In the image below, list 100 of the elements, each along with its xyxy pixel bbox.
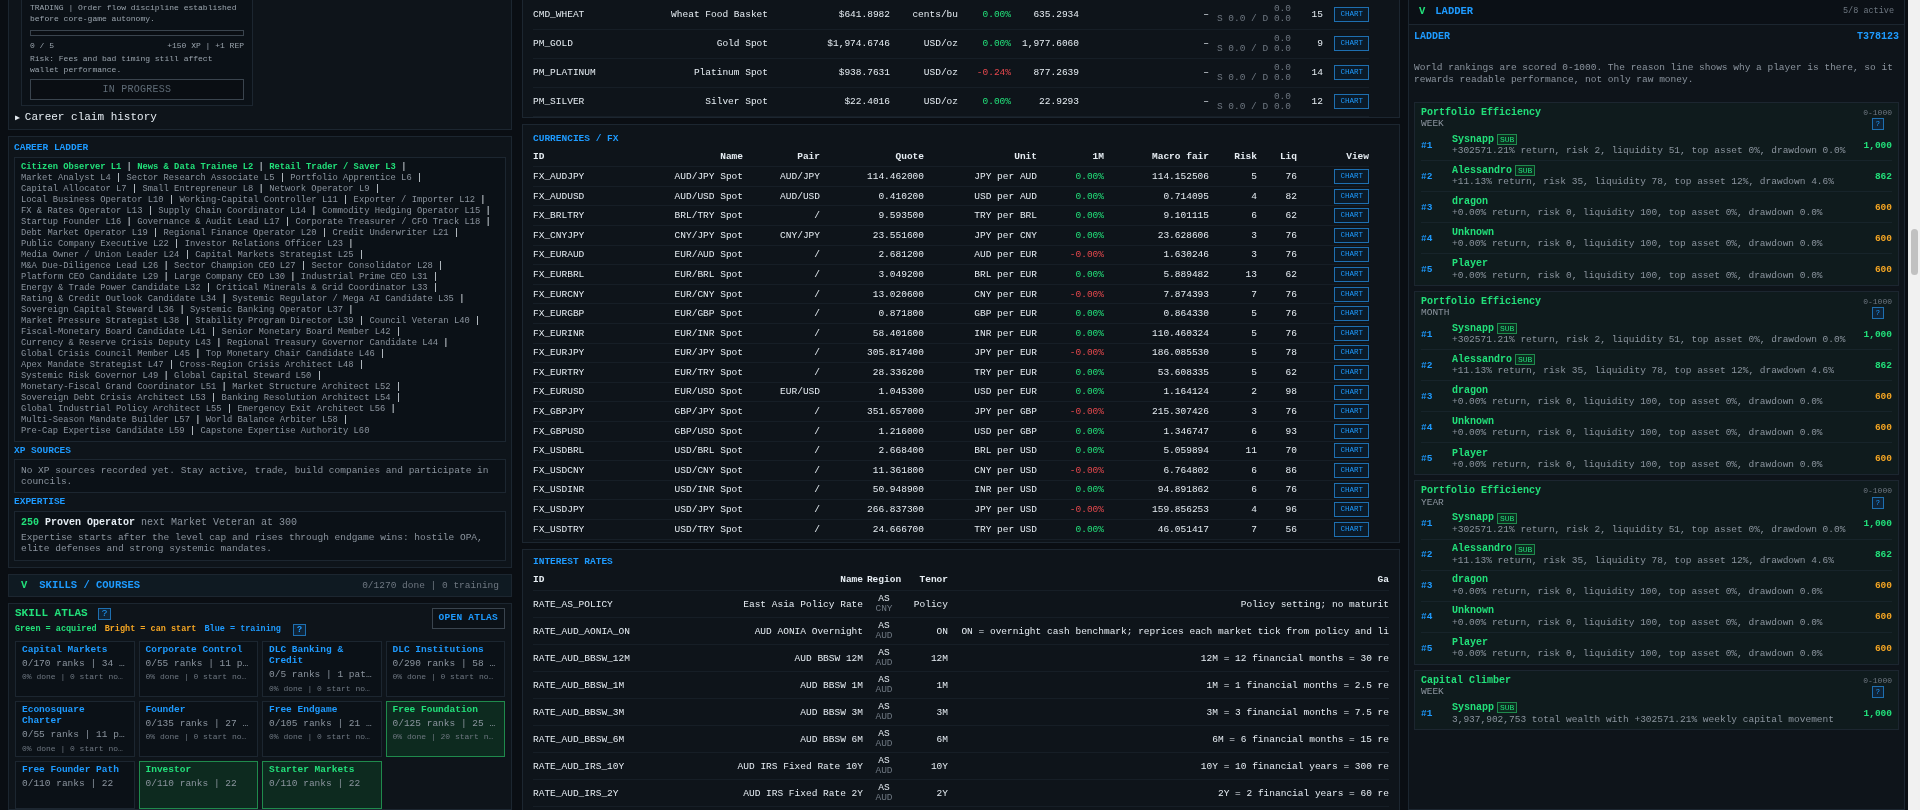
ranking-reason: +0.00% return, risk 0, liquidity 100, top asset 0%, drawdown 0.0% xyxy=(1452,427,1824,439)
currency-code: AUD xyxy=(874,739,894,750)
table-cell: 76 xyxy=(1257,166,1297,187)
collapse-toggle[interactable]: V xyxy=(1419,6,1426,18)
table-cell: 13 xyxy=(1209,264,1257,285)
skill-card[interactable]: Corporate Control 0/55 ranks | 11 p… 0% done | 0 start no… xyxy=(138,640,258,697)
table-cell: 46.051417 xyxy=(1104,519,1209,540)
table-cell: 1,977.6060 xyxy=(1011,29,1079,58)
table-cell: $641.8982 xyxy=(768,0,890,29)
rank-label: #5 xyxy=(1421,453,1434,465)
table-cell: 1.346747 xyxy=(1104,421,1209,442)
table-cell: USD/oz xyxy=(890,58,958,87)
table-cell: 635.2934 xyxy=(1011,0,1079,29)
career-level: Rating & Credit Outlook Candidate L34 xyxy=(21,293,217,304)
level-separator: | xyxy=(116,172,122,183)
career-level: Systemic Risk Governor L49 xyxy=(21,370,159,381)
table-cell: PM_SILVER xyxy=(533,87,668,116)
supply-demand: S 0.0 / D 0.0 xyxy=(1215,14,1291,25)
table-cell: EUR/GBP Spot xyxy=(668,303,743,324)
rank-label: #1 xyxy=(1421,707,1434,720)
score-value: 1,000 xyxy=(1862,518,1892,530)
help-icon[interactable]: ? xyxy=(97,607,112,620)
expand-marker[interactable]: ▶ xyxy=(15,112,20,124)
skill-title: Investor xyxy=(145,764,193,776)
table-cell: 15 xyxy=(1291,0,1323,29)
period-label: WEEK xyxy=(1421,686,1445,698)
ranking-reason: +302571.21% return, risk 2, liquidity 51, top asset 0%, drawdown 0.0% xyxy=(1452,145,1847,157)
ranking-reason: +0.00% return, risk 0, liquidity 100, top asset 0%, drawdown 0.0% xyxy=(1452,238,1824,250)
skill-card[interactable]: Capital Markets 0/170 ranks | 34 … 0% done | 0 start no… xyxy=(15,640,135,697)
table-cell: USD/CNY Spot xyxy=(668,460,743,481)
table-cell: 12M xyxy=(905,644,948,672)
skill-card[interactable]: Econosquare Charter 0/55 ranks | 11 p… 0% done | 0 start no… xyxy=(15,700,135,757)
table-cell: EUR/USD Spot xyxy=(668,382,743,402)
career-level: Critical Minerals & Grid Coordinator L33 xyxy=(216,282,428,293)
rank-label: #2 xyxy=(1421,170,1434,182)
scrollbar-thumb[interactable] xyxy=(1910,229,1918,275)
career-level: Market Analyst L4 xyxy=(21,172,111,183)
level-separator: | xyxy=(221,293,227,304)
scrollbar[interactable] xyxy=(1908,0,1920,810)
table-cell: USD per AUD xyxy=(924,186,1037,206)
skill-card[interactable]: Investor 0/110 ranks | 22 xyxy=(138,761,258,809)
status-button[interactable]: IN PROGRESS xyxy=(30,79,244,100)
flow-value: 0.0 xyxy=(1272,33,1291,44)
table-cell: / xyxy=(743,343,820,363)
level-separator: | xyxy=(184,315,190,326)
table-cell: RATE_AUD_AONIA_ON xyxy=(533,617,673,645)
skill-title: Capital Markets xyxy=(22,643,109,655)
skill-card[interactable]: Free Endgame 0/105 ranks | 21 … 0% done | 0 start no… xyxy=(262,700,382,757)
career-level: Cross-Region Crisis Architect L48 xyxy=(179,359,354,370)
table-cell: JPY per EUR xyxy=(924,343,1037,363)
player-name: Alessandro xyxy=(1452,164,1512,177)
career-level: Pre-Cap Expertise Candidate L59 xyxy=(21,425,185,436)
table-cell: 159.856253 xyxy=(1104,499,1209,520)
table-cell: / xyxy=(743,303,820,324)
career-level: Global Industrial Policy Architect L55 xyxy=(21,403,222,414)
skill-card[interactable]: Starter Markets 0/110 ranks | 22 xyxy=(262,761,382,809)
open-atlas-button[interactable]: OPEN ATLAS xyxy=(431,607,505,629)
table-cell: CNY per EUR xyxy=(924,284,1037,304)
level-separator: | xyxy=(189,425,196,436)
skill-card[interactable]: Free Founder Path 0/110 ranks | 22 xyxy=(15,761,135,809)
collapse-toggle[interactable]: V xyxy=(21,579,28,591)
section-title: CURRENCIES / FX xyxy=(533,132,620,144)
skill-card[interactable]: Free Foundation 0/125 ranks | 25 … 0% done | 20 start n… xyxy=(385,700,505,757)
table-cell: 12 xyxy=(1291,87,1323,116)
table-cell: 50.948900 xyxy=(820,480,924,500)
table-cell: 70 xyxy=(1257,441,1297,461)
currency-code: AUD xyxy=(874,793,894,804)
level-separator: | xyxy=(358,315,365,326)
column-header: Region xyxy=(863,569,905,591)
table-cell: 7.874393 xyxy=(1104,284,1209,304)
skill-card[interactable]: Founder 0/135 ranks | 27 … 0% done | 0 start no… xyxy=(138,700,258,757)
table-cell: 5.059894 xyxy=(1104,441,1209,461)
player-name: Alessandro xyxy=(1452,354,1512,366)
career-level: Systemic Regulator / Mega AI Candidate L35 xyxy=(232,293,454,304)
ranking-reason: +11.13% return, risk 35, liquidity 78, top asset 12%, drawdown 4.6% xyxy=(1452,176,1835,188)
ranking-reason: +0.00% return, risk 0, liquidity 100, top asset 0%, drawdown 0.0% xyxy=(1452,585,1824,598)
table-cell: Policy setting; no maturit xyxy=(948,590,1389,618)
skill-title: Corporate Control xyxy=(145,643,244,655)
table-cell: EUR/CNY Spot xyxy=(668,284,743,304)
table-cell: FX_EURAUD xyxy=(533,245,668,265)
level-separator: | xyxy=(358,249,365,260)
claim-history-toggle[interactable]: Career claim history xyxy=(24,112,157,124)
table-cell: / xyxy=(743,460,820,481)
section-header[interactable]: V SKILLS / COURSES 0/1270 done | 0 training xyxy=(8,573,512,597)
period-label: MONTH xyxy=(1421,307,1451,319)
table-cell: 1.216000 xyxy=(820,421,924,442)
level-separator: | xyxy=(179,304,185,315)
table-cell: AUD/JPY Spot xyxy=(668,166,743,187)
table-cell: 76 xyxy=(1257,303,1297,324)
career-level: Retail Trader / Saver L3 xyxy=(269,161,396,172)
rank-label: #5 xyxy=(1421,642,1434,654)
skill-card[interactable]: DLC Banking & Credit 0/5 ranks | 1 pat… 0% done | 0 start no… xyxy=(262,640,382,697)
table-cell: 9 xyxy=(1291,29,1323,58)
level-separator: | xyxy=(416,172,423,183)
table-cell: / xyxy=(743,519,820,540)
skill-card[interactable]: DLC Institutions 0/290 ranks | 58 … 0% done | 0 start no… xyxy=(385,640,505,697)
score-value: 600 xyxy=(1873,201,1892,213)
help-icon[interactable]: ? xyxy=(292,623,307,636)
table-cell: 2Y xyxy=(905,779,948,807)
skill-ranks: 0/55 ranks | 11 p… xyxy=(145,657,250,670)
